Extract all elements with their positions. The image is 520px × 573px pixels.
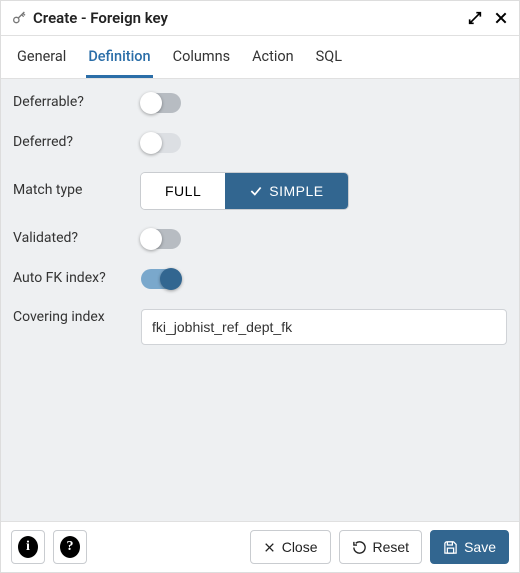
row-auto-fk-index: Auto FK index? (13, 269, 507, 289)
toggle-validated[interactable] (141, 229, 181, 249)
form-body: Deferrable? Deferred? Match type FULL SI… (1, 79, 519, 521)
tab-columns[interactable]: Columns (171, 36, 232, 78)
close-button[interactable]: Close (250, 530, 331, 564)
expand-icon[interactable] (467, 10, 483, 26)
help-icon: ? (60, 536, 80, 558)
dialog-header: Create - Foreign key (1, 1, 519, 36)
dialog-footer: i ? Close Reset Save (1, 521, 519, 572)
tab-action[interactable]: Action (250, 36, 296, 78)
x-icon (263, 541, 276, 554)
reset-button-label: Reset (373, 539, 410, 555)
match-type-segmented: FULL SIMPLE (141, 173, 348, 209)
toggle-deferred[interactable] (141, 133, 181, 153)
tab-bar: General Definition Columns Action SQL (1, 36, 519, 79)
row-validated: Validated? (13, 229, 507, 249)
label-covering-index: Covering index (13, 309, 141, 327)
info-icon: i (18, 536, 38, 558)
label-auto-fk-index: Auto FK index? (13, 270, 141, 288)
label-validated: Validated? (13, 230, 141, 248)
label-deferrable: Deferrable? (13, 94, 141, 112)
tab-definition[interactable]: Definition (86, 36, 152, 78)
check-icon (249, 184, 263, 198)
info-button[interactable]: i (11, 530, 45, 564)
save-icon (443, 540, 458, 555)
help-button[interactable]: ? (53, 530, 87, 564)
row-match-type: Match type FULL SIMPLE (13, 173, 507, 209)
label-match-type: Match type (13, 182, 141, 200)
reset-icon (352, 540, 367, 555)
covering-index-input[interactable] (141, 309, 507, 345)
match-type-simple-label: SIMPLE (269, 183, 323, 199)
row-deferred: Deferred? (13, 133, 507, 153)
row-covering-index: Covering index (13, 309, 507, 345)
match-type-full[interactable]: FULL (141, 173, 225, 209)
row-deferrable: Deferrable? (13, 93, 507, 113)
dialog-title-text: Create - Foreign key (33, 9, 168, 27)
toggle-deferrable[interactable] (141, 93, 181, 113)
close-icon[interactable] (493, 10, 509, 26)
match-type-simple[interactable]: SIMPLE (225, 173, 347, 209)
save-button-label: Save (464, 539, 496, 555)
toggle-auto-fk-index[interactable] (141, 269, 181, 289)
dialog-title: Create - Foreign key (11, 9, 467, 27)
key-icon (11, 10, 27, 26)
save-button[interactable]: Save (430, 530, 509, 564)
label-deferred: Deferred? (13, 134, 141, 152)
tab-general[interactable]: General (15, 36, 68, 78)
reset-button[interactable]: Reset (339, 530, 423, 564)
tab-sql[interactable]: SQL (314, 36, 344, 78)
close-button-label: Close (282, 539, 318, 555)
